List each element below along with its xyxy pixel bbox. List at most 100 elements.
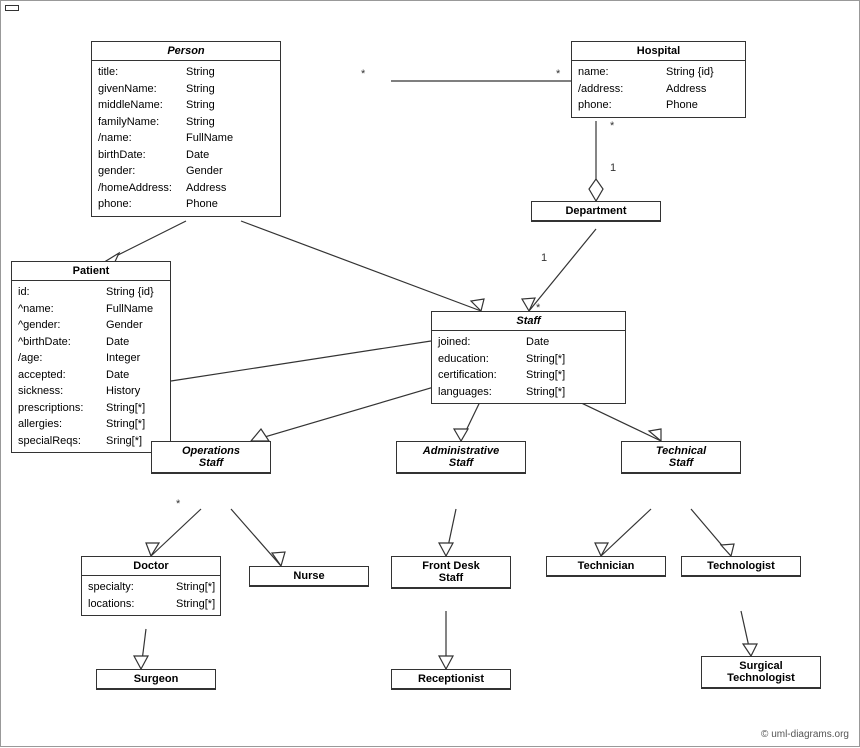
attr-type: Date bbox=[106, 334, 129, 351]
class-body-person: title:StringgivenName:StringmiddleName:S… bbox=[92, 61, 280, 216]
attr-type: String[*] bbox=[526, 384, 565, 401]
attr-type: History bbox=[106, 383, 140, 400]
diagram-title bbox=[5, 5, 19, 11]
class-technical_staff: TechnicalStaff bbox=[621, 441, 741, 474]
attr-row: middleName: String bbox=[98, 97, 274, 114]
attr-row: familyName: String bbox=[98, 114, 274, 131]
attr-name: ^name: bbox=[18, 301, 98, 318]
class-header-nurse: Nurse bbox=[250, 567, 368, 586]
attr-name: languages: bbox=[438, 384, 518, 401]
attr-type: Date bbox=[186, 147, 209, 164]
attr-name: ^gender: bbox=[18, 317, 98, 334]
class-header-technician: Technician bbox=[547, 557, 665, 576]
class-header-person: Person bbox=[92, 42, 280, 61]
svg-text:*: * bbox=[361, 68, 366, 80]
attr-row: sickness:History bbox=[18, 383, 164, 400]
attr-row: name: String {id} bbox=[578, 64, 739, 81]
attr-row: education: String[*] bbox=[438, 351, 619, 368]
attr-type: String {id} bbox=[666, 64, 714, 81]
attr-row: /homeAddress: Address bbox=[98, 180, 274, 197]
attr-name: name: bbox=[578, 64, 658, 81]
attr-type: FullName bbox=[106, 301, 153, 318]
attr-name: accepted: bbox=[18, 367, 98, 384]
attr-row: specialty: String[*] bbox=[88, 579, 214, 596]
class-header-front_desk_staff: Front DeskStaff bbox=[392, 557, 510, 588]
attr-row: joined: Date bbox=[438, 334, 619, 351]
attr-name: education: bbox=[438, 351, 518, 368]
class-body-staff: joined: Date education: String[*] certificat… bbox=[432, 331, 625, 403]
attr-row: phone:Phone bbox=[578, 97, 739, 114]
attr-type: String[*] bbox=[106, 400, 145, 417]
attr-name: id: bbox=[18, 284, 98, 301]
attr-row: /address: Address bbox=[578, 81, 739, 98]
attr-row: gender: Gender bbox=[98, 163, 274, 180]
attr-name: prescriptions: bbox=[18, 400, 98, 417]
attr-name: phone: bbox=[578, 97, 658, 114]
attr-name: allergies: bbox=[18, 416, 98, 433]
attr-name: joined: bbox=[438, 334, 518, 351]
attr-type: Sring[*] bbox=[106, 433, 142, 450]
attr-name: certification: bbox=[438, 367, 518, 384]
attr-type: String bbox=[186, 81, 215, 98]
class-doctor: Doctor specialty: String[*] locations: Strin… bbox=[81, 556, 221, 616]
copyright-text: © uml-diagrams.org bbox=[761, 729, 849, 740]
attr-type: String[*] bbox=[176, 596, 215, 613]
class-operations_staff: OperationsStaff bbox=[151, 441, 271, 474]
class-header-doctor: Doctor bbox=[82, 557, 220, 576]
attr-name: middleName: bbox=[98, 97, 178, 114]
attr-type: String bbox=[186, 114, 215, 131]
attr-name: /homeAddress: bbox=[98, 180, 178, 197]
attr-name: birthDate: bbox=[98, 147, 178, 164]
class-header-receptionist: Receptionist bbox=[392, 670, 510, 689]
attr-name: familyName: bbox=[98, 114, 178, 131]
class-technician: Technician bbox=[546, 556, 666, 577]
attr-type: Date bbox=[526, 334, 549, 351]
svg-text:*: * bbox=[176, 498, 181, 510]
class-header-patient: Patient bbox=[12, 262, 170, 281]
class-header-technical_staff: TechnicalStaff bbox=[622, 442, 740, 473]
attr-name: gender: bbox=[98, 163, 178, 180]
attr-type: Phone bbox=[186, 196, 218, 213]
class-header-staff: Staff bbox=[432, 312, 625, 331]
attr-type: String bbox=[186, 97, 215, 114]
attr-type: String[*] bbox=[176, 579, 215, 596]
class-header-administrative_staff: AdministrativeStaff bbox=[397, 442, 525, 473]
class-surgical_technologist: SurgicalTechnologist bbox=[701, 656, 821, 689]
class-header-technologist: Technologist bbox=[682, 557, 800, 576]
attr-type: Address bbox=[186, 180, 226, 197]
attr-row: ^birthDate: Date bbox=[18, 334, 164, 351]
attr-row: title:String bbox=[98, 64, 274, 81]
attr-row: allergies:String[*] bbox=[18, 416, 164, 433]
attr-name: locations: bbox=[88, 596, 168, 613]
svg-text:1: 1 bbox=[610, 162, 616, 174]
attr-type: Gender bbox=[106, 317, 143, 334]
attr-row: phone: Phone bbox=[98, 196, 274, 213]
attr-row: prescriptions: String[*] bbox=[18, 400, 164, 417]
attr-row: specialReqs: Sring[*] bbox=[18, 433, 164, 450]
attr-name: /address: bbox=[578, 81, 658, 98]
class-technologist: Technologist bbox=[681, 556, 801, 577]
attr-type: Address bbox=[666, 81, 706, 98]
attr-name: phone: bbox=[98, 196, 178, 213]
class-header-surgical_technologist: SurgicalTechnologist bbox=[702, 657, 820, 688]
attr-row: /age:Integer bbox=[18, 350, 164, 367]
class-patient: Patientid:String {id}^name:FullName^gend… bbox=[11, 261, 171, 453]
attr-type: Date bbox=[106, 367, 129, 384]
attr-row: languages: String[*] bbox=[438, 384, 619, 401]
attr-type: String[*] bbox=[526, 351, 565, 368]
attr-name: specialReqs: bbox=[18, 433, 98, 450]
attr-name: specialty: bbox=[88, 579, 168, 596]
class-administrative_staff: AdministrativeStaff bbox=[396, 441, 526, 474]
attr-row: ^gender: Gender bbox=[18, 317, 164, 334]
class-header-department: Department bbox=[532, 202, 660, 221]
svg-text:*: * bbox=[556, 68, 561, 80]
attr-name: title: bbox=[98, 64, 178, 81]
attr-name: ^birthDate: bbox=[18, 334, 98, 351]
class-header-hospital: Hospital bbox=[572, 42, 745, 61]
class-staff: Staff joined: Date education: String[*] certi… bbox=[431, 311, 626, 404]
class-body-hospital: name: String {id} /address: Addressphone:Ph… bbox=[572, 61, 745, 117]
attr-row: accepted: Date bbox=[18, 367, 164, 384]
attr-row: birthDate: Date bbox=[98, 147, 274, 164]
attr-type: String {id} bbox=[106, 284, 154, 301]
attr-type: Gender bbox=[186, 163, 223, 180]
